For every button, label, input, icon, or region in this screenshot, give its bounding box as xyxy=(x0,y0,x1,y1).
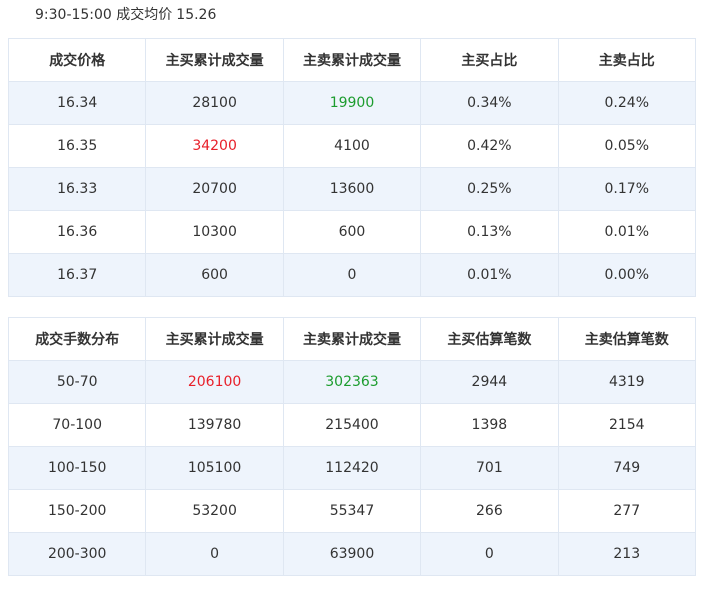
sell-count-cell: 277 xyxy=(557,489,696,533)
column-header-buy-count: 主买估算笔数 xyxy=(420,317,559,361)
sell-volume-cell: 215400 xyxy=(282,403,422,447)
sell-count-cell: 749 xyxy=(557,446,696,490)
session-summary: 9:30-15:00 成交均价 15.26 xyxy=(35,5,216,25)
table-header-row: 成交手数分布 主买累计成交量 主卖累计成交量 主买估算笔数 主卖估算笔数 xyxy=(7,317,696,361)
sell-ratio-cell: 0.01% xyxy=(557,210,696,254)
table-row: 70-100 139780 215400 1398 2154 xyxy=(7,403,696,447)
lot-range-cell: 100-150 xyxy=(7,446,147,490)
buy-count-cell: 2944 xyxy=(420,360,559,404)
price-cell: 16.36 xyxy=(7,210,147,254)
table-row: 50-70 206100 302363 2944 4319 xyxy=(7,360,696,404)
lot-size-distribution-table: 成交手数分布 主买累计成交量 主卖累计成交量 主买估算笔数 主卖估算笔数 50-… xyxy=(7,317,696,576)
column-header-sell-volume: 主卖累计成交量 xyxy=(282,317,422,361)
buy-volume-cell: 600 xyxy=(145,253,284,297)
sell-count-cell: 213 xyxy=(557,532,696,576)
table-row: 16.36 10300 600 0.13% 0.01% xyxy=(7,210,696,254)
buy-ratio-cell: 0.34% xyxy=(420,81,559,125)
buy-ratio-cell: 0.13% xyxy=(420,210,559,254)
buy-ratio-cell: 0.42% xyxy=(420,124,559,168)
buy-ratio-cell: 0.25% xyxy=(420,167,559,211)
session-time-range: 9:30-15:00 成交均价 xyxy=(35,7,173,23)
lot-range-cell: 50-70 xyxy=(7,360,147,404)
buy-ratio-cell: 0.01% xyxy=(420,253,559,297)
column-header-sell-volume: 主卖累计成交量 xyxy=(282,38,422,82)
table-row: 200-300 0 63900 0 213 xyxy=(7,532,696,576)
buy-volume-cell: 0 xyxy=(145,532,284,576)
buy-volume-cell: 53200 xyxy=(145,489,284,533)
sell-ratio-cell: 0.24% xyxy=(557,81,696,125)
sell-volume-cell: 63900 xyxy=(282,532,422,576)
column-header-sell-ratio: 主卖占比 xyxy=(557,38,696,82)
price-cell: 16.34 xyxy=(7,81,147,125)
lot-range-cell: 200-300 xyxy=(7,532,147,576)
sell-volume-cell: 112420 xyxy=(282,446,422,490)
sell-volume-cell: 19900 xyxy=(282,81,422,125)
sell-volume-cell: 302363 xyxy=(282,360,422,404)
sell-volume-cell: 600 xyxy=(282,210,422,254)
buy-count-cell: 701 xyxy=(420,446,559,490)
buy-volume-cell: 10300 xyxy=(145,210,284,254)
price-cell: 16.33 xyxy=(7,167,147,211)
table-row: 16.34 28100 19900 0.34% 0.24% xyxy=(7,81,696,125)
sell-volume-cell: 55347 xyxy=(282,489,422,533)
column-header-buy-volume: 主买累计成交量 xyxy=(145,38,284,82)
column-header-buy-ratio: 主买占比 xyxy=(420,38,559,82)
column-header-lot-range: 成交手数分布 xyxy=(7,317,147,361)
table-row: 16.37 600 0 0.01% 0.00% xyxy=(7,253,696,297)
buy-volume-cell: 105100 xyxy=(145,446,284,490)
column-header-buy-volume: 主买累计成交量 xyxy=(145,317,284,361)
column-header-sell-count: 主卖估算笔数 xyxy=(557,317,696,361)
price-cell: 16.35 xyxy=(7,124,147,168)
sell-volume-cell: 13600 xyxy=(282,167,422,211)
price-cell: 16.37 xyxy=(7,253,147,297)
table-header-row: 成交价格 主买累计成交量 主卖累计成交量 主买占比 主卖占比 xyxy=(7,38,696,82)
column-header-price: 成交价格 xyxy=(7,38,147,82)
average-price-value: 15.26 xyxy=(176,7,217,23)
buy-count-cell: 0 xyxy=(420,532,559,576)
sell-ratio-cell: 0.17% xyxy=(557,167,696,211)
sell-count-cell: 4319 xyxy=(557,360,696,404)
price-distribution-table: 成交价格 主买累计成交量 主卖累计成交量 主买占比 主卖占比 16.34 281… xyxy=(7,38,696,297)
lot-range-cell: 70-100 xyxy=(7,403,147,447)
table-row: 16.35 34200 4100 0.42% 0.05% xyxy=(7,124,696,168)
sell-count-cell: 2154 xyxy=(557,403,696,447)
table-row: 16.33 20700 13600 0.25% 0.17% xyxy=(7,167,696,211)
table-row: 100-150 105100 112420 701 749 xyxy=(7,446,696,490)
sell-ratio-cell: 0.05% xyxy=(557,124,696,168)
buy-volume-cell: 28100 xyxy=(145,81,284,125)
sell-volume-cell: 0 xyxy=(282,253,422,297)
table-row: 150-200 53200 55347 266 277 xyxy=(7,489,696,533)
buy-volume-cell: 34200 xyxy=(145,124,284,168)
buy-count-cell: 1398 xyxy=(420,403,559,447)
buy-count-cell: 266 xyxy=(420,489,559,533)
sell-ratio-cell: 0.00% xyxy=(557,253,696,297)
sell-volume-cell: 4100 xyxy=(282,124,422,168)
buy-volume-cell: 20700 xyxy=(145,167,284,211)
lot-range-cell: 150-200 xyxy=(7,489,147,533)
buy-volume-cell: 206100 xyxy=(145,360,284,404)
buy-volume-cell: 139780 xyxy=(145,403,284,447)
